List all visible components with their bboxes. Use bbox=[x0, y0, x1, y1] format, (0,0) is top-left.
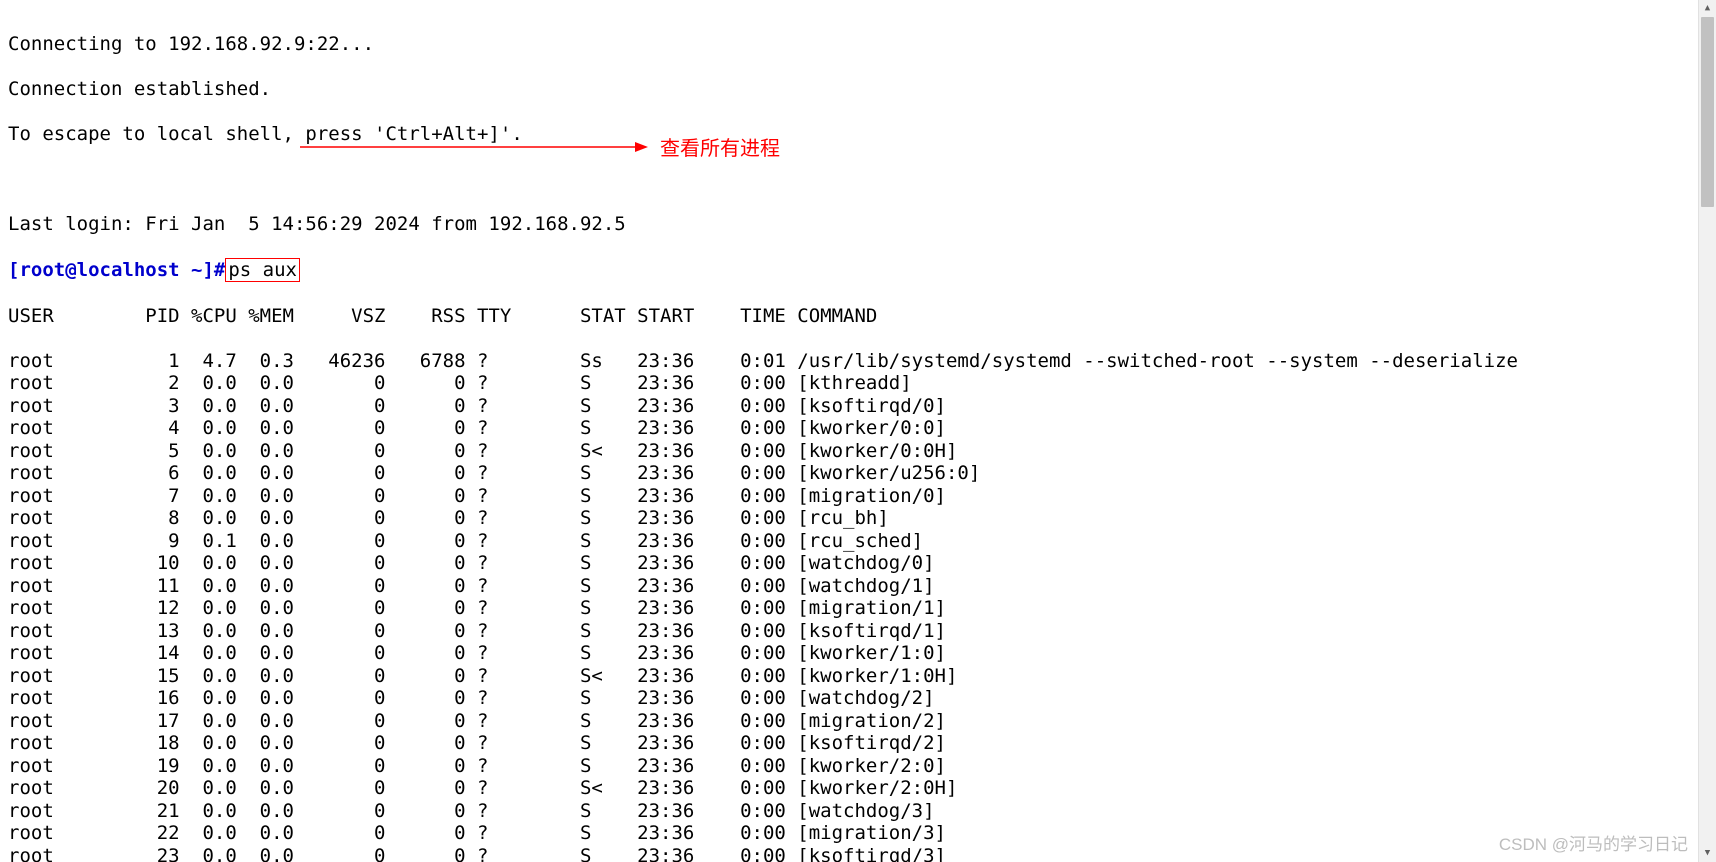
blank-line bbox=[8, 168, 1528, 191]
process-row: root 1 4.7 0.3 46236 6788 ? Ss 23:36 0:0… bbox=[8, 350, 1528, 373]
process-row: root 8 0.0 0.0 0 0 ? S 23:36 0:00 [rcu_b… bbox=[8, 507, 1528, 530]
process-row: root 17 0.0 0.0 0 0 ? S 23:36 0:00 [migr… bbox=[8, 710, 1528, 733]
process-row: root 12 0.0 0.0 0 0 ? S 23:36 0:00 [migr… bbox=[8, 597, 1528, 620]
process-row: root 3 0.0 0.0 0 0 ? S 23:36 0:00 [ksoft… bbox=[8, 395, 1528, 418]
process-row: root 5 0.0 0.0 0 0 ? S< 23:36 0:00 [kwor… bbox=[8, 440, 1528, 463]
watermark-text: CSDN @河马的学习日记 bbox=[1499, 834, 1688, 857]
annotation-label: 查看所有进程 bbox=[660, 138, 780, 161]
process-row: root 2 0.0 0.0 0 0 ? S 23:36 0:00 [kthre… bbox=[8, 372, 1528, 395]
process-row: root 10 0.0 0.0 0 0 ? S 23:36 0:00 [watc… bbox=[8, 552, 1528, 575]
scrollbar-thumb[interactable] bbox=[1701, 17, 1714, 207]
process-rows: root 1 4.7 0.3 46236 6788 ? Ss 23:36 0:0… bbox=[8, 350, 1528, 862]
shell-prompt: [root@localhost ~]# bbox=[8, 259, 225, 281]
process-row: root 13 0.0 0.0 0 0 ? S 23:36 0:00 [ksof… bbox=[8, 620, 1528, 643]
line-established: Connection established. bbox=[8, 78, 1528, 101]
process-row: root 22 0.0 0.0 0 0 ? S 23:36 0:00 [migr… bbox=[8, 822, 1528, 845]
process-row: root 9 0.1 0.0 0 0 ? S 23:36 0:00 [rcu_s… bbox=[8, 530, 1528, 553]
line-lastlogin: Last login: Fri Jan 5 14:56:29 2024 from… bbox=[8, 213, 1528, 236]
ps-header: USER PID %CPU %MEM VSZ RSS TTY STAT STAR… bbox=[8, 305, 1528, 328]
command-highlight-box: ps aux bbox=[225, 258, 300, 283]
process-row: root 15 0.0 0.0 0 0 ? S< 23:36 0:00 [kwo… bbox=[8, 665, 1528, 688]
process-row: root 4 0.0 0.0 0 0 ? S 23:36 0:00 [kwork… bbox=[8, 417, 1528, 440]
process-row: root 11 0.0 0.0 0 0 ? S 23:36 0:00 [watc… bbox=[8, 575, 1528, 598]
scroll-up-icon[interactable]: ▲ bbox=[1699, 0, 1716, 17]
command-text: ps aux bbox=[228, 259, 297, 281]
line-connecting: Connecting to 192.168.92.9:22... bbox=[8, 33, 1528, 56]
scroll-down-icon[interactable]: ▼ bbox=[1699, 845, 1716, 862]
prompt-line: [root@localhost ~]#ps aux bbox=[8, 258, 1528, 283]
process-row: root 19 0.0 0.0 0 0 ? S 23:36 0:00 [kwor… bbox=[8, 755, 1528, 778]
process-row: root 20 0.0 0.0 0 0 ? S< 23:36 0:00 [kwo… bbox=[8, 777, 1528, 800]
process-row: root 21 0.0 0.0 0 0 ? S 23:36 0:00 [watc… bbox=[8, 800, 1528, 823]
process-row: root 23 0.0 0.0 0 0 ? S 23:36 0:00 [ksof… bbox=[8, 845, 1528, 862]
process-row: root 6 0.0 0.0 0 0 ? S 23:36 0:00 [kwork… bbox=[8, 462, 1528, 485]
scrollbar[interactable]: ▲ ▼ bbox=[1698, 0, 1716, 862]
process-row: root 14 0.0 0.0 0 0 ? S 23:36 0:00 [kwor… bbox=[8, 642, 1528, 665]
process-row: root 16 0.0 0.0 0 0 ? S 23:36 0:00 [watc… bbox=[8, 687, 1528, 710]
process-row: root 7 0.0 0.0 0 0 ? S 23:36 0:00 [migra… bbox=[8, 485, 1528, 508]
process-row: root 18 0.0 0.0 0 0 ? S 23:36 0:00 [ksof… bbox=[8, 732, 1528, 755]
